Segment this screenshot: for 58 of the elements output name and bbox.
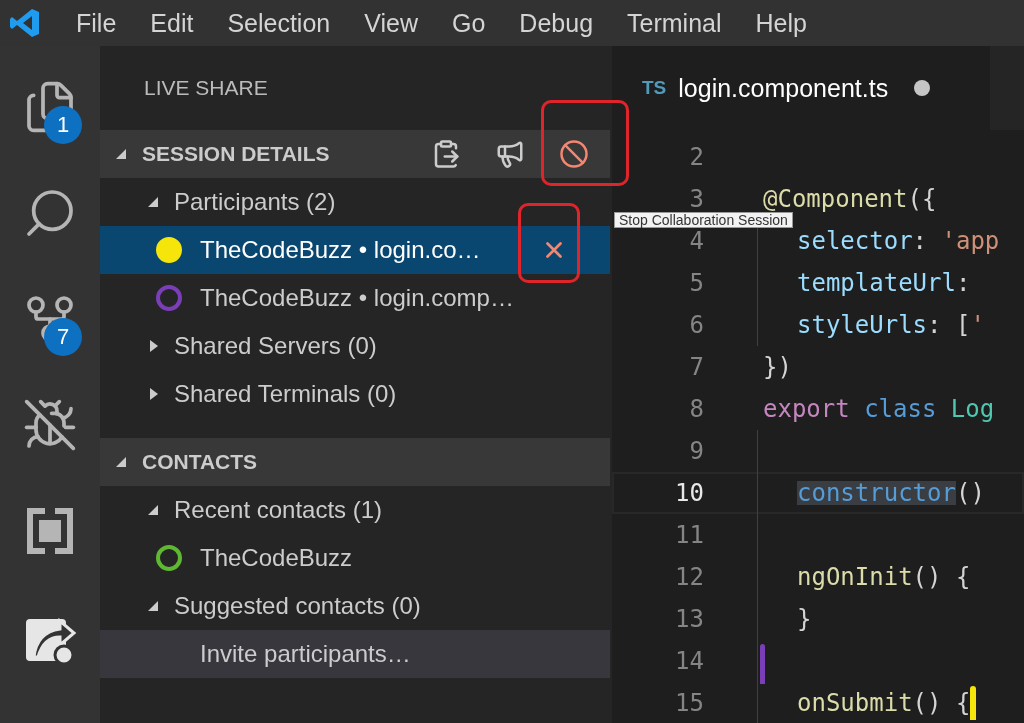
- line-number: 9: [688, 439, 705, 463]
- bug-off-icon: [22, 397, 78, 453]
- code-line: }): [763, 355, 792, 379]
- count-badge: 1: [44, 106, 82, 144]
- section-header[interactable]: SESSION DETAILS: [100, 130, 610, 178]
- line-number: 5: [688, 271, 705, 295]
- count-badge: 7: [44, 318, 82, 356]
- line-number: 13: [674, 607, 705, 631]
- invite-participants-item[interactable]: Invite participants…: [100, 630, 610, 678]
- menu-item[interactable]: Terminal: [627, 8, 722, 38]
- code-line: }: [797, 607, 812, 631]
- line-number: 11: [674, 523, 705, 547]
- menu-item[interactable]: Debug: [519, 8, 594, 38]
- tree-item[interactable]: Shared Servers (0): [100, 322, 610, 370]
- editor-tab[interactable]: TS login.component.ts: [612, 46, 990, 130]
- tree-item[interactable]: Participants (2): [100, 178, 610, 226]
- code-line: templateUrl:: [797, 271, 971, 295]
- line-number: 15: [674, 691, 705, 715]
- line-number: 14: [674, 649, 705, 673]
- menu-item[interactable]: File: [76, 8, 117, 38]
- participant-label: TheCodeBuzz: [200, 544, 353, 572]
- section-title: CONTACTS: [142, 450, 259, 474]
- menu-item[interactable]: Help: [755, 8, 807, 38]
- tree-item[interactable]: TheCodeBuzz • login.comp…: [100, 274, 610, 322]
- tree-item[interactable]: TheCodeBuzz: [100, 534, 610, 582]
- menu-item[interactable]: Go: [452, 8, 486, 38]
- section-header[interactable]: CONTACTS: [100, 438, 610, 486]
- code-line: selector: 'app: [797, 229, 1000, 253]
- line-number: 3: [688, 187, 705, 211]
- line-number: 8: [688, 397, 705, 421]
- menu-item[interactable]: View: [364, 8, 418, 38]
- tree-item[interactable]: Recent contacts (1): [100, 486, 610, 534]
- code-line: onSubmit() {: [797, 686, 977, 720]
- menu-item[interactable]: Selection: [227, 8, 331, 38]
- editor-logo-icon: [8, 6, 42, 40]
- tree-item[interactable]: Suggested contacts (0): [100, 582, 610, 630]
- participant-label: TheCodeBuzz • login.co…: [200, 236, 481, 264]
- tab-title: login.component.ts: [678, 73, 889, 103]
- tree-item[interactable]: Shared Terminals (0): [100, 370, 610, 418]
- megaphone-icon: [495, 139, 525, 169]
- line-number: 2: [688, 145, 705, 169]
- line-number: 6: [688, 313, 705, 337]
- tooltip: Stop Collaboration Session: [614, 212, 793, 228]
- participant-label: TheCodeBuzz • login.comp…: [200, 284, 514, 312]
- code-line: ngOnInit() {: [797, 565, 971, 589]
- stop-icon: [559, 139, 589, 169]
- code-line: styleUrls: [': [797, 313, 985, 337]
- line-number: 7: [688, 355, 705, 379]
- line-number: 12: [674, 565, 705, 589]
- menu-item[interactable]: Edit: [150, 8, 194, 38]
- line-number: 4: [688, 229, 705, 253]
- file-type-label: TS: [642, 77, 667, 99]
- line-number: 10: [674, 481, 705, 505]
- sidebar-title: LIVE SHARE: [143, 75, 269, 100]
- code-line: @Component({: [763, 187, 937, 211]
- code-line: export class Log: [763, 397, 995, 421]
- section-title: SESSION DETAILS: [142, 142, 331, 166]
- tree-item[interactable]: TheCodeBuzz • login.co…: [100, 226, 610, 274]
